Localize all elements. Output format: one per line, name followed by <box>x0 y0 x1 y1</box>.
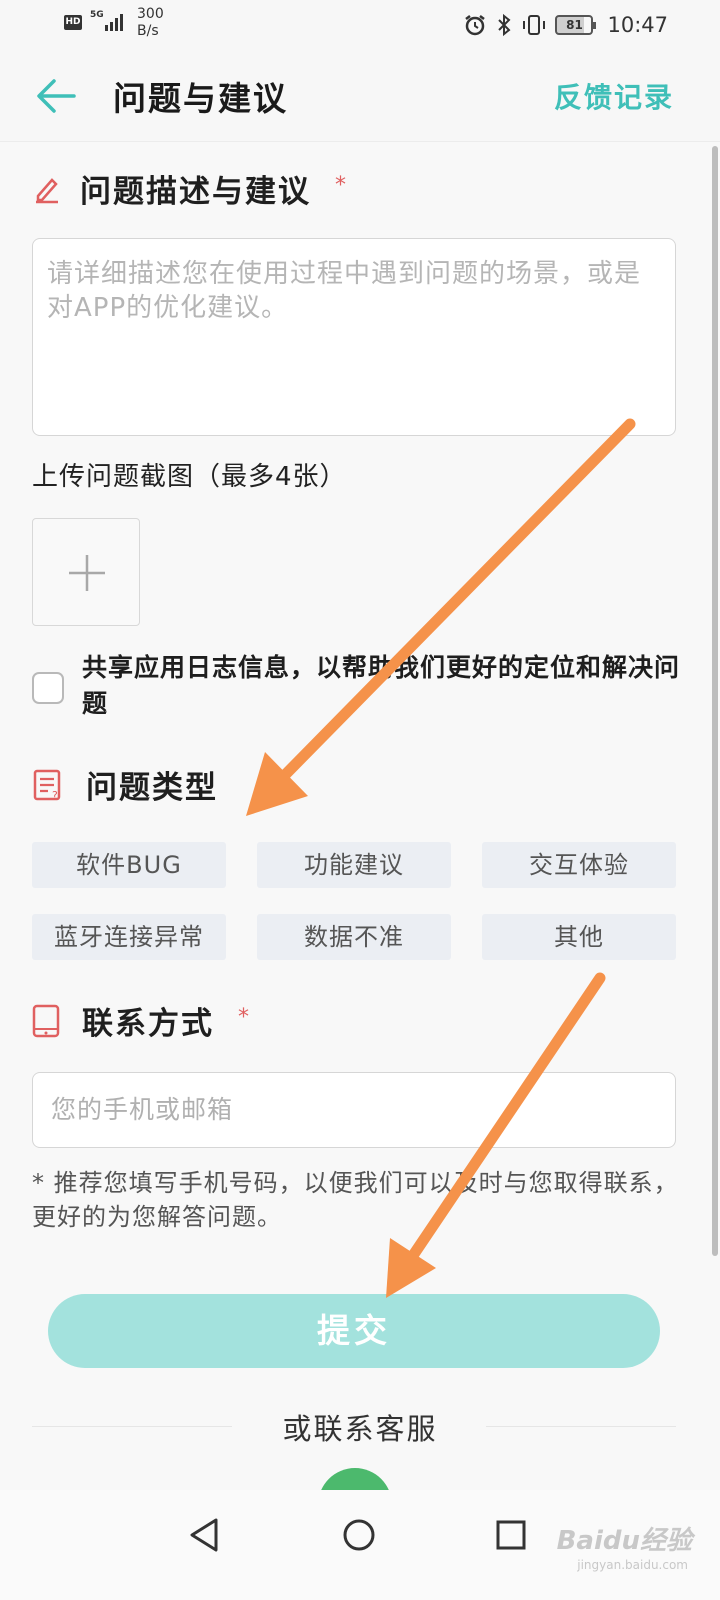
speed-unit: B/s <box>137 23 159 39</box>
problem-type-title: 问题类型 <box>86 770 218 806</box>
type-option-feature-suggestion[interactable]: 功能建议 <box>257 842 451 888</box>
signal-icon <box>105 14 123 31</box>
bluetooth-icon <box>498 13 511 37</box>
alarm-icon <box>465 15 486 36</box>
back-arrow-icon[interactable] <box>34 76 78 116</box>
add-screenshot-button[interactable] <box>32 518 140 626</box>
customer-service-button[interactable] <box>318 1468 392 1490</box>
plus-icon <box>69 555 105 591</box>
hd-indicator: HD <box>64 15 82 30</box>
page-title: 问题与建议 <box>113 79 288 118</box>
feedback-record-link[interactable]: 反馈记录 <box>554 76 674 116</box>
pencil-icon <box>36 177 58 203</box>
app-header: 问题与建议 反馈记录 <box>0 50 720 142</box>
baidu-watermark: Baidu经验 <box>556 1526 692 1556</box>
nav-back-icon[interactable] <box>180 1510 230 1560</box>
description-textarea[interactable]: 请详细描述您在使用过程中遇到问题的场景，或是对APP的优化建议。 <box>32 238 676 436</box>
contact-placeholder: 您的手机或邮箱 <box>51 1095 234 1124</box>
type-option-software-bug[interactable]: 软件BUG <box>32 842 226 888</box>
required-marker: * <box>335 173 346 198</box>
description-placeholder: 请详细描述您在使用过程中遇到问题的场景，或是对APP的优化建议。 <box>47 259 642 323</box>
network-speed: 300 B/s <box>137 6 164 40</box>
nav-home-icon[interactable] <box>334 1510 384 1560</box>
share-log-row[interactable]: 共享应用日志信息，以帮助我们更好的定位和解决问题 <box>32 650 692 730</box>
contact-hint: * 推荐您填写手机号码，以便我们可以及时与您取得联系，更好的为您解答问题。 <box>32 1169 679 1231</box>
speed-value: 300 <box>137 6 164 22</box>
status-right: 81 10:47 <box>463 10 668 40</box>
type-option-interaction-experience[interactable]: 交互体验 <box>482 842 676 888</box>
svg-text:?: ? <box>52 789 58 802</box>
vibrate-icon <box>523 15 546 35</box>
contact-input[interactable]: 您的手机或邮箱 <box>32 1072 676 1148</box>
contact-section-header: 联系方式 * <box>32 998 249 1043</box>
nav-recents-icon[interactable] <box>486 1510 536 1560</box>
contact-title: 联系方式 <box>82 1006 214 1042</box>
share-log-checkbox[interactable] <box>32 672 64 704</box>
status-bar: HD 5G 300 B/s 81 10:47 <box>0 0 720 50</box>
contact-service-label: 或联系客服 <box>282 1412 438 1446</box>
required-marker: * <box>238 1005 249 1030</box>
feedback-form[interactable]: 问题描述与建议 * 请详细描述您在使用过程中遇到问题的场景，或是对APP的优化建… <box>0 142 720 1490</box>
clock: 10:47 <box>607 13 668 37</box>
problem-type-section-header: ? 问题类型 <box>32 762 218 807</box>
upload-screenshot-label: 上传问题截图（最多4张） <box>32 462 347 492</box>
scrollbar[interactable] <box>712 146 718 1256</box>
submit-button[interactable]: 提交 <box>48 1294 660 1368</box>
type-option-other[interactable]: 其他 <box>482 914 676 960</box>
baidu-watermark-url: jingyan.baidu.com <box>577 1558 688 1572</box>
battery-icon: 81 <box>555 15 597 35</box>
tablet-icon <box>32 1004 60 1037</box>
type-option-inaccurate-data[interactable]: 数据不准 <box>257 914 451 960</box>
description-title: 问题描述与建议 <box>80 174 311 210</box>
type-option-bluetooth-error[interactable]: 蓝牙连接异常 <box>32 914 226 960</box>
description-section-header: 问题描述与建议 * <box>32 166 346 211</box>
document-question-icon: ? <box>33 769 61 802</box>
share-log-label: 共享应用日志信息，以帮助我们更好的定位和解决问题 <box>82 653 681 718</box>
network-type: 5G <box>90 10 104 20</box>
